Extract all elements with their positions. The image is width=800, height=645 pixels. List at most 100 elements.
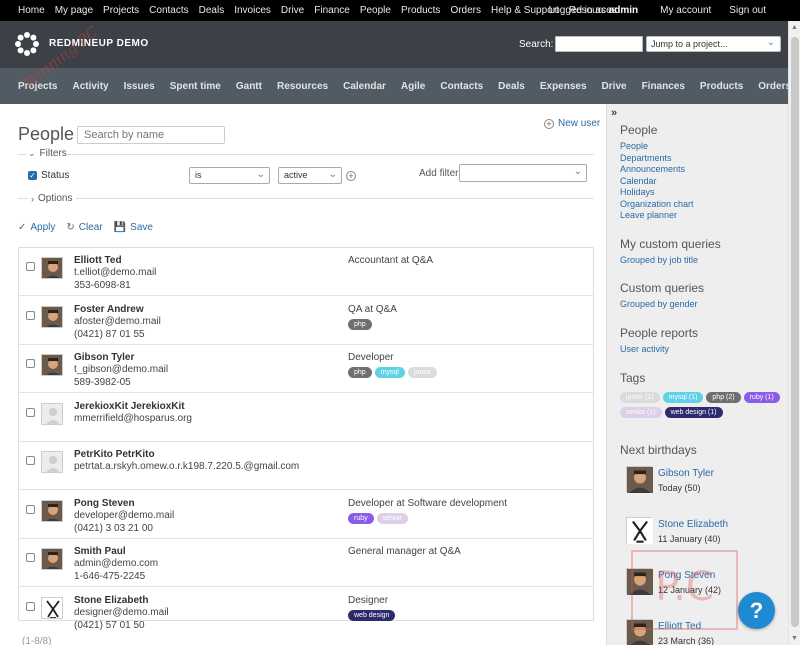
status-value-select[interactable]: active ⌄ xyxy=(278,167,342,184)
tag-junior[interactable]: junior xyxy=(407,367,438,378)
person-name-link[interactable]: Foster Andrew xyxy=(74,304,144,315)
main-menu-item-expenses[interactable]: Expenses xyxy=(540,81,587,92)
sign-out-link[interactable]: Sign out xyxy=(729,5,766,16)
main-menu-item-orders[interactable]: Orders xyxy=(758,81,791,92)
tag-php[interactable]: php xyxy=(348,319,372,330)
tag-php[interactable]: php xyxy=(348,367,372,378)
add-filter-select[interactable]: ⌄ xyxy=(459,164,587,182)
sidebar-tag[interactable]: mysql (1) xyxy=(662,392,704,403)
sidebar-report-user-activity[interactable]: User activity xyxy=(620,344,669,354)
main-menu-item-spent-time[interactable]: Spent time xyxy=(170,81,221,92)
row-checkbox[interactable] xyxy=(26,311,35,320)
main-menu-item-issues[interactable]: Issues xyxy=(124,81,155,92)
scroll-down-icon[interactable]: ▼ xyxy=(791,635,798,642)
main-menu-item-finances[interactable]: Finances xyxy=(642,81,685,92)
avatar[interactable] xyxy=(626,568,653,595)
top-menu-item-drive[interactable]: Drive xyxy=(281,5,304,16)
person-name-link[interactable]: Elliott Ted xyxy=(74,255,122,266)
save-button[interactable]: 💾 Save xyxy=(114,222,153,233)
scroll-up-icon[interactable]: ▲ xyxy=(791,24,798,31)
main-menu-item-products[interactable]: Products xyxy=(700,81,743,92)
sidebar-tag[interactable]: ruby (1) xyxy=(743,392,780,403)
sidebar-link-calendar[interactable]: Calendar xyxy=(620,176,657,186)
search-input[interactable] xyxy=(555,36,643,52)
new-user-button[interactable]: + New user xyxy=(544,118,600,129)
top-menu-item-finance[interactable]: Finance xyxy=(314,5,350,16)
tag-senior[interactable]: senior xyxy=(376,513,408,524)
status-checkbox[interactable]: ✓ xyxy=(28,171,37,180)
top-menu-item-contacts[interactable]: Contacts xyxy=(149,5,188,16)
sidebar-link-leave-planner[interactable]: Leave planner xyxy=(620,210,677,220)
logged-in-user-link[interactable]: admin xyxy=(609,5,638,16)
avatar[interactable] xyxy=(41,500,63,522)
sidebar-link-departments[interactable]: Departments xyxy=(620,153,672,163)
avatar[interactable] xyxy=(41,354,63,376)
row-checkbox[interactable] xyxy=(26,553,35,562)
sidebar-link-organization-chart[interactable]: Organization chart xyxy=(620,199,694,209)
add-value-plus-icon[interactable]: + xyxy=(346,171,356,181)
row-checkbox[interactable] xyxy=(26,456,35,465)
top-menu-item-orders[interactable]: Orders xyxy=(450,5,481,16)
row-checkbox[interactable] xyxy=(26,359,35,368)
birthday-name-link[interactable]: Pong Steven xyxy=(658,570,715,581)
row-checkbox[interactable] xyxy=(26,262,35,271)
person-name-link[interactable]: Stone Elizabeth xyxy=(74,595,148,606)
main-menu-item-resources[interactable]: Resources xyxy=(277,81,328,92)
top-menu-item-products[interactable]: Products xyxy=(401,5,440,16)
tag-mysql[interactable]: mysql xyxy=(374,367,405,378)
filters-toggle[interactable]: ⌄ Filters xyxy=(28,148,67,159)
tag-ruby[interactable]: ruby xyxy=(348,513,374,524)
sidebar-toggle-icon[interactable]: » xyxy=(611,107,617,119)
person-name-link[interactable]: Gibson Tyler xyxy=(74,352,134,363)
avatar[interactable] xyxy=(41,306,63,328)
row-checkbox[interactable] xyxy=(26,408,35,417)
sidebar-link-announcements[interactable]: Announcements xyxy=(620,164,685,174)
main-menu-item-deals[interactable]: Deals xyxy=(498,81,525,92)
scrollbar-thumb[interactable] xyxy=(791,37,799,627)
top-menu-item-deals[interactable]: Deals xyxy=(199,5,225,16)
avatar[interactable] xyxy=(41,257,63,279)
avatar[interactable] xyxy=(626,619,653,645)
main-menu-item-projects[interactable]: Projects xyxy=(18,81,57,92)
tag-web-design[interactable]: web design xyxy=(348,610,396,621)
row-checkbox[interactable] xyxy=(26,505,35,514)
person-name-link[interactable]: JerekioxKit JerekioxKit xyxy=(74,401,185,412)
main-menu-item-drive[interactable]: Drive xyxy=(602,81,627,92)
birthday-name-link[interactable]: Gibson Tyler xyxy=(658,468,714,479)
sidebar-link-people[interactable]: People xyxy=(620,141,648,151)
sidebar-query-grouped-by-job-title[interactable]: Grouped by job title xyxy=(620,255,698,265)
new-user-link[interactable]: New user xyxy=(558,118,600,129)
person-name-link[interactable]: PetrKito PetrKito xyxy=(74,449,155,460)
avatar[interactable] xyxy=(626,466,653,493)
scrollbar[interactable]: ▲ ▼ xyxy=(788,21,800,645)
my-account-link[interactable]: My account xyxy=(660,5,711,16)
help-button[interactable]: ? xyxy=(738,592,775,629)
sidebar-tag[interactable]: junior (1) xyxy=(620,392,660,403)
main-menu-item-calendar[interactable]: Calendar xyxy=(343,81,386,92)
sidebar-link-holidays[interactable]: Holidays xyxy=(620,187,655,197)
apply-button[interactable]: ✓ Apply xyxy=(18,222,55,233)
main-menu-item-activity[interactable]: Activity xyxy=(72,81,108,92)
avatar[interactable] xyxy=(41,403,63,425)
top-menu-item-projects[interactable]: Projects xyxy=(103,5,139,16)
main-menu-item-gantt[interactable]: Gantt xyxy=(236,81,262,92)
top-menu-item-people[interactable]: People xyxy=(360,5,391,16)
clear-button[interactable]: ↻ Clear xyxy=(66,222,102,233)
birthday-name-link[interactable]: Stone Elizabeth xyxy=(658,519,728,530)
sidebar-tag[interactable]: web design (1) xyxy=(664,407,723,418)
top-menu-item-invoices[interactable]: Invoices xyxy=(234,5,271,16)
sidebar-tag[interactable]: senior (1) xyxy=(620,407,662,418)
project-jump-select[interactable]: Jump to a project... ⌄ xyxy=(646,36,781,52)
main-menu-item-contacts[interactable]: Contacts xyxy=(440,81,483,92)
avatar[interactable] xyxy=(41,548,63,570)
birthday-name-link[interactable]: Elliott Ted xyxy=(658,621,701,632)
person-name-link[interactable]: Smith Paul xyxy=(74,546,126,557)
main-menu-item-agile[interactable]: Agile xyxy=(401,81,425,92)
row-checkbox[interactable] xyxy=(26,602,35,611)
sidebar-query-grouped-by-gender[interactable]: Grouped by gender xyxy=(620,299,698,309)
avatar[interactable] xyxy=(41,451,63,473)
name-search-input[interactable] xyxy=(77,126,225,144)
person-name-link[interactable]: Pong Steven xyxy=(74,498,135,509)
app-title[interactable]: REDMINEUP DEMO xyxy=(49,38,149,49)
top-menu-item-home[interactable]: Home xyxy=(18,5,45,16)
